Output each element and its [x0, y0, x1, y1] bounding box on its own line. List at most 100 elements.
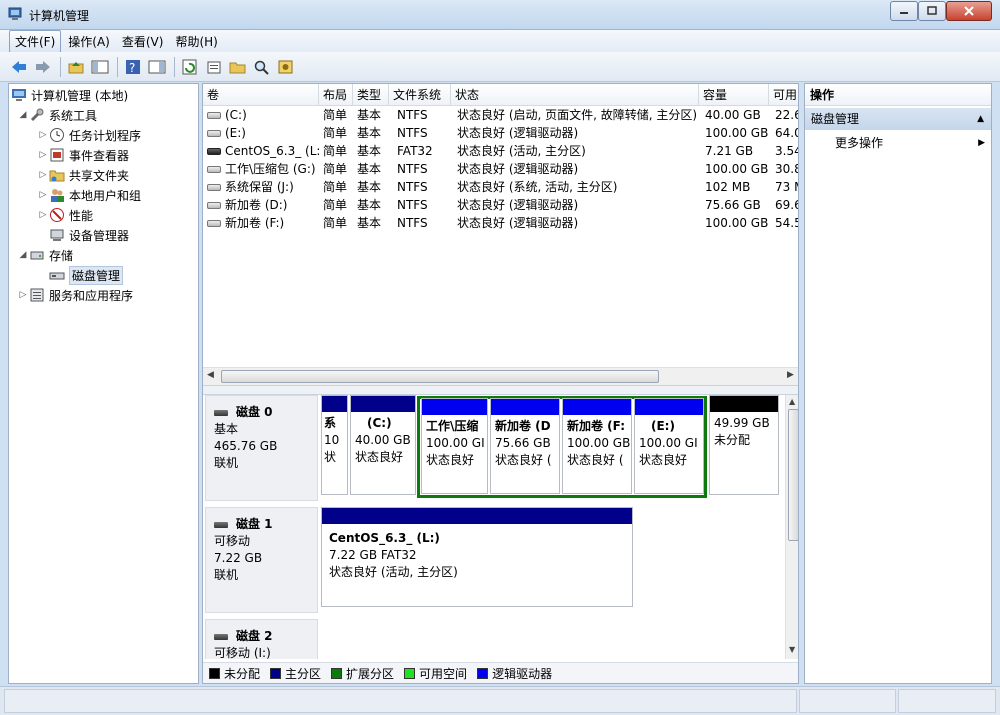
scroll-left-icon[interactable]: ◀: [207, 370, 214, 380]
computer-management-icon: [11, 87, 27, 103]
tree-item-shared-folders[interactable]: ▷ 共享文件夹: [37, 165, 129, 185]
partition-status: 状态良好 (: [567, 453, 624, 467]
collapse-caret-icon[interactable]: ▲: [977, 108, 984, 130]
volume-status: 状态良好 (系统, 活动, 主分区): [457, 180, 618, 194]
column-header-layout[interactable]: 布局: [319, 84, 353, 106]
partition-e[interactable]: (E:) 100.00 GI 状态良好: [634, 398, 704, 494]
scrollbar-thumb[interactable]: [788, 409, 798, 541]
column-header-free[interactable]: 可用: [769, 84, 798, 106]
maximize-button[interactable]: [918, 1, 946, 21]
column-header-filesystem[interactable]: 文件系统: [389, 84, 451, 106]
disk-size: 465.76 GB: [214, 439, 278, 453]
menu-action[interactable]: 操作(A): [63, 31, 115, 52]
pane-splitter[interactable]: [203, 385, 798, 395]
partition-unallocated[interactable]: 49.99 GB 未分配: [709, 395, 779, 495]
volume-row[interactable]: 新加卷 (D:) 简单 基本 NTFS 状态良好 (逻辑驱动器) 75.66 G…: [203, 196, 798, 214]
scroll-right-icon[interactable]: ▶: [787, 370, 794, 380]
scroll-up-icon[interactable]: ▲: [789, 397, 795, 406]
collapse-arrow-icon[interactable]: ◢: [17, 110, 29, 120]
menu-file[interactable]: 文件(F): [9, 29, 62, 53]
actions-section-label: 磁盘管理: [811, 112, 860, 126]
legend-swatch: [209, 667, 220, 679]
volume-list-hscrollbar[interactable]: ◀ ▶: [203, 367, 798, 385]
open-folder-button[interactable]: [227, 56, 249, 78]
volume-row[interactable]: CentOS_6.3_ (L:) 简单 基本 FAT32 状态良好 (活动, 主…: [203, 142, 798, 160]
help-button[interactable]: ?: [122, 56, 144, 78]
tree-item-storage[interactable]: ◢ 存储: [17, 245, 73, 265]
tree-item-event-viewer[interactable]: ▷ 事件查看器: [37, 145, 129, 165]
volume-row[interactable]: (C:) 简单 基本 NTFS 状态良好 (启动, 页面文件, 故障转储, 主分…: [203, 106, 798, 124]
column-header-type[interactable]: 类型: [353, 84, 389, 106]
volume-filesystem: NTFS: [397, 198, 428, 212]
expand-arrow-icon[interactable]: ▷: [37, 170, 49, 180]
disk-0-label[interactable]: 磁盘 0 基本 465.76 GB 联机: [205, 395, 318, 501]
show-action-pane-button[interactable]: [146, 56, 168, 78]
toolbar-separator: [117, 56, 118, 77]
volume-free: 69.6: [775, 198, 798, 212]
volume-row[interactable]: 新加卷 (F:) 简单 基本 NTFS 状态良好 (逻辑驱动器) 100.00 …: [203, 214, 798, 232]
disk-type: 可移动 (I:): [214, 646, 271, 659]
volume-filesystem: FAT32: [397, 144, 433, 158]
volume-row[interactable]: 系统保留 (J:) 简单 基本 NTFS 状态良好 (系统, 活动, 主分区) …: [203, 178, 798, 196]
column-header-status[interactable]: 状态: [451, 84, 699, 106]
disk-1-label[interactable]: 磁盘 1 可移动 7.22 GB 联机: [205, 507, 318, 613]
menu-help[interactable]: 帮助(H): [170, 31, 222, 52]
expand-arrow-icon[interactable]: ▷: [37, 210, 49, 220]
partition-system-reserved[interactable]: 系 10 状: [321, 395, 348, 495]
tree-item-services-apps[interactable]: ▷ 服务和应用程序: [17, 285, 133, 305]
expand-arrow-icon[interactable]: ▷: [37, 190, 49, 200]
volume-filesystem: NTFS: [397, 108, 428, 122]
partition-g[interactable]: 工作\压缩 100.00 GI 状态良好: [421, 398, 488, 494]
up-level-button[interactable]: [65, 56, 87, 78]
scrollbar-thumb[interactable]: [221, 370, 659, 383]
column-header-capacity[interactable]: 容量: [699, 84, 769, 106]
console-tree: 计算机管理 (本地) ◢ 系统工具 ▷ 任务计划程序 ▷ 事件查看器 ▷ 共享文…: [8, 83, 199, 684]
volume-status: 状态良好 (逻辑驱动器): [457, 162, 579, 176]
menu-view[interactable]: 查看(V): [117, 31, 169, 52]
legend-item: 主分区: [270, 665, 321, 682]
tree-item-device-manager[interactable]: 设备管理器: [49, 225, 129, 245]
tree-root[interactable]: 计算机管理 (本地): [11, 85, 128, 105]
disk-2-label[interactable]: 磁盘 2 可移动 (I:): [205, 619, 318, 659]
more-actions-item[interactable]: 更多操作 ▶: [835, 133, 985, 153]
volume-capacity: 102 MB: [705, 180, 751, 194]
scroll-down-icon[interactable]: ▼: [789, 645, 795, 654]
expand-arrow-icon[interactable]: ▷: [37, 130, 49, 140]
primary-partition-bar: [351, 396, 415, 412]
volume-name: 系统保留 (J:): [225, 180, 294, 194]
console-tree-icon: [91, 60, 109, 73]
disk-view-vscrollbar[interactable]: ▲ ▼: [785, 395, 798, 659]
partition-l[interactable]: CentOS_6.3_ (L:) 7.22 GB FAT32 状态良好 (活动, 主…: [321, 507, 633, 607]
partition-d[interactable]: 新加卷 (D 75.66 GB 状态良好 (: [490, 398, 560, 494]
logical-drive-bar: [491, 399, 559, 415]
volume-filesystem: NTFS: [397, 216, 428, 230]
partition-f[interactable]: 新加卷 (F: 100.00 GB 状态良好 (: [562, 398, 632, 494]
tree-item-disk-management[interactable]: 磁盘管理: [49, 265, 124, 285]
refresh-button[interactable]: [179, 56, 201, 78]
expand-arrow-icon[interactable]: ▷: [17, 290, 29, 300]
search-button[interactable]: [251, 56, 273, 78]
minimize-button[interactable]: [890, 1, 918, 21]
removable-disk-icon: [214, 521, 228, 528]
tree-item-system-tools[interactable]: ◢ 系统工具: [17, 105, 97, 125]
forward-button[interactable]: [32, 56, 54, 78]
back-button[interactable]: [8, 56, 30, 78]
properties-button[interactable]: [203, 56, 225, 78]
tree-item-local-users[interactable]: ▷ 本地用户和组: [37, 185, 141, 205]
tree-item-task-scheduler[interactable]: ▷ 任务计划程序: [37, 125, 141, 145]
action-pane-icon: [148, 60, 166, 73]
show-hide-tree-button[interactable]: [89, 56, 111, 78]
expand-arrow-icon[interactable]: ▷: [37, 150, 49, 160]
settings-button[interactable]: [275, 56, 297, 78]
tree-item-performance[interactable]: ▷ 性能: [37, 205, 93, 225]
close-button[interactable]: [946, 1, 992, 21]
volume-row[interactable]: (E:) 简单 基本 NTFS 状态良好 (逻辑驱动器) 100.00 GB 6…: [203, 124, 798, 142]
partition-c[interactable]: (C:) 40.00 GB 状态良好: [350, 395, 416, 495]
collapse-arrow-icon[interactable]: ◢: [17, 250, 29, 260]
legend-swatch: [270, 667, 282, 679]
column-header-volume[interactable]: 卷: [203, 84, 319, 106]
actions-section-disk-management[interactable]: 磁盘管理 ▲: [805, 108, 991, 130]
volume-status: 状态良好 (逻辑驱动器): [457, 216, 579, 230]
drive-icon: [207, 130, 221, 137]
volume-row[interactable]: 工作\压缩包 (G:) 简单 基本 NTFS 状态良好 (逻辑驱动器) 100.…: [203, 160, 798, 178]
